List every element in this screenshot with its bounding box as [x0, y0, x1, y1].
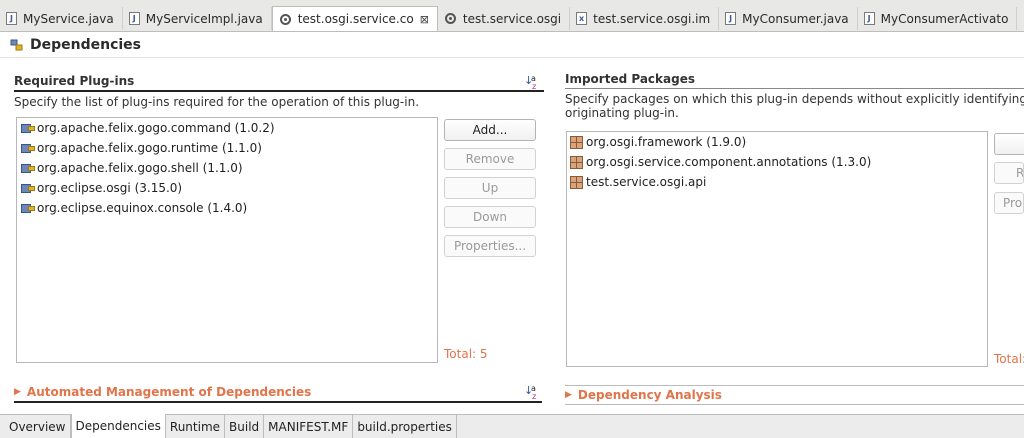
tab-overview[interactable]: Overview: [5, 415, 71, 438]
editor-tab-myserviceimpl[interactable]: J MyServiceImpl.java: [123, 7, 272, 30]
editor-tab-label: test.service.osgi: [462, 11, 562, 26]
tab-dependencies[interactable]: Dependencies: [70, 414, 166, 438]
package-icon: [570, 175, 583, 189]
package-icon: [570, 155, 583, 169]
expand-triangle-icon: ▶: [14, 387, 21, 397]
tab-build-properties[interactable]: build.properties: [353, 415, 457, 438]
editor-tab-myservice[interactable]: J MyService.java: [0, 7, 123, 30]
plugins-total-count: Total: 5: [444, 347, 488, 361]
list-item[interactable]: org.osgi.framework (1.9.0): [567, 132, 987, 152]
section-divider: [14, 90, 544, 92]
plugin-manifest-icon: [444, 12, 457, 25]
expand-triangle-icon: ▶: [565, 390, 572, 400]
editor-tab-test-osgi-service[interactable]: test.osgi.service.co ⊠: [271, 6, 438, 31]
list-item[interactable]: org.eclipse.equinox.console (1.4.0): [17, 198, 437, 218]
list-item[interactable]: org.apache.felix.gogo.shell (1.1.0): [17, 158, 437, 178]
dependencies-icon: [10, 38, 24, 52]
section-divider: [565, 88, 1024, 89]
editor-tab-myconsumeractivator[interactable]: J MyConsumerActivato: [858, 7, 1018, 30]
tab-build[interactable]: Build: [225, 415, 265, 438]
java-file-icon: J: [863, 12, 875, 25]
tab-manifest[interactable]: MANIFEST.MF: [264, 415, 354, 438]
close-icon[interactable]: ⊠: [420, 13, 429, 26]
imported-packages-section: Imported Packages Specify packages on wh…: [565, 70, 1024, 120]
remove-plugin-button[interactable]: Remove: [444, 148, 536, 170]
required-plugins-list[interactable]: org.apache.felix.gogo.command (1.0.2) or…: [16, 117, 438, 363]
add-plugin-button[interactable]: Add...: [444, 119, 536, 141]
editor-tab-label: MyConsumer.java: [742, 11, 849, 26]
list-item-label: org.apache.felix.gogo.runtime (1.1.0): [37, 141, 262, 155]
section-description-line: originating plug-in.: [565, 106, 679, 120]
sort-alphabetically-icon[interactable]: ↓ a z: [524, 385, 540, 401]
editor-tab-label: MyConsumerActivato: [880, 11, 1009, 26]
plugin-icon: [20, 202, 35, 214]
move-down-button[interactable]: Down: [444, 206, 536, 228]
list-item-label: org.eclipse.osgi (3.15.0): [37, 181, 183, 195]
imported-packages-list[interactable]: org.osgi.framework (1.9.0) org.osgi.serv…: [566, 131, 988, 367]
page-title: Dependencies: [30, 36, 142, 53]
section-title: Imported Packages: [565, 72, 695, 86]
plugin-icon: [20, 122, 35, 134]
page-header: Dependencies: [0, 32, 1024, 58]
list-item-label: org.eclipse.equinox.console (1.4.0): [37, 201, 248, 215]
button-label: Pro: [1003, 196, 1023, 210]
section-description: Specify the list of plug-ins required fo…: [14, 95, 420, 109]
plugin-icon: [20, 182, 35, 194]
add-package-button[interactable]: A: [994, 133, 1024, 155]
section-description-line: Specify packages on which this plug-in d…: [565, 92, 1024, 106]
list-item[interactable]: test.service.osgi.api: [567, 172, 987, 192]
java-file-icon: J: [725, 12, 737, 25]
automated-management-section[interactable]: ▶ Automated Management of Dependencies: [14, 383, 542, 403]
move-up-button[interactable]: Up: [444, 177, 536, 199]
list-item[interactable]: org.eclipse.osgi (3.15.0): [17, 178, 437, 198]
plugin-manifest-icon: [279, 13, 292, 26]
java-file-icon: J: [128, 12, 140, 25]
package-icon: [570, 135, 583, 149]
button-label: R: [1016, 166, 1024, 180]
package-properties-button[interactable]: Pro: [994, 192, 1024, 214]
editor-tab-myconsumer[interactable]: J MyConsumer.java: [719, 7, 858, 30]
sort-alphabetically-icon[interactable]: ↓ a z: [524, 75, 540, 91]
editor-tab-label: MyServiceImpl.java: [145, 11, 263, 26]
list-item-label: org.osgi.framework (1.9.0): [586, 135, 747, 149]
java-file-icon: J: [6, 12, 17, 25]
list-item-label: org.apache.felix.gogo.command (1.0.2): [37, 121, 275, 135]
list-item-label: test.service.osgi.api: [586, 175, 707, 189]
editor-tab-label: MyService.java: [23, 11, 114, 26]
section-title: Required Plug-ins: [14, 74, 135, 88]
section-title: Dependency Analysis: [577, 388, 722, 402]
section-description: Specify packages on which this plug-in d…: [565, 92, 1024, 120]
xml-file-icon: x: [576, 12, 588, 25]
list-item[interactable]: org.apache.felix.gogo.command (1.0.2): [17, 118, 437, 138]
editor-tab-label: test.osgi.service.co: [297, 12, 414, 26]
editor-tab-test-service-osgi[interactable]: test.service.osgi: [438, 7, 571, 30]
dependency-analysis-section[interactable]: ▶ Dependency Analysis: [565, 385, 1024, 405]
list-item[interactable]: org.osgi.service.component.annotations (…: [567, 152, 987, 172]
editor-tab-label: test.service.osgi.im: [593, 11, 711, 26]
editor-page-tabs: Overview Dependencies Runtime Build MANI…: [0, 414, 1024, 438]
editor-tab-bar: J MyService.java J MyServiceImpl.java te…: [0, 0, 1024, 32]
tab-runtime[interactable]: Runtime: [165, 415, 226, 438]
section-title: Automated Management of Dependencies: [26, 385, 312, 399]
list-item[interactable]: org.apache.felix.gogo.runtime (1.1.0): [17, 138, 437, 158]
editor-tab-test-service-osgi-im[interactable]: x test.service.osgi.im: [570, 7, 720, 30]
plugin-icon: [20, 142, 35, 154]
required-plugins-section: Required Plug-ins Specify the list of pl…: [14, 72, 544, 109]
remove-package-button[interactable]: R: [994, 162, 1024, 184]
list-item-label: org.apache.felix.gogo.shell (1.1.0): [37, 161, 243, 175]
plugin-properties-button[interactable]: Properties...: [444, 235, 536, 257]
plugin-icon: [20, 162, 35, 174]
list-item-label: org.osgi.service.component.annotations (…: [586, 155, 872, 169]
packages-total-count: Total:: [994, 352, 1024, 366]
